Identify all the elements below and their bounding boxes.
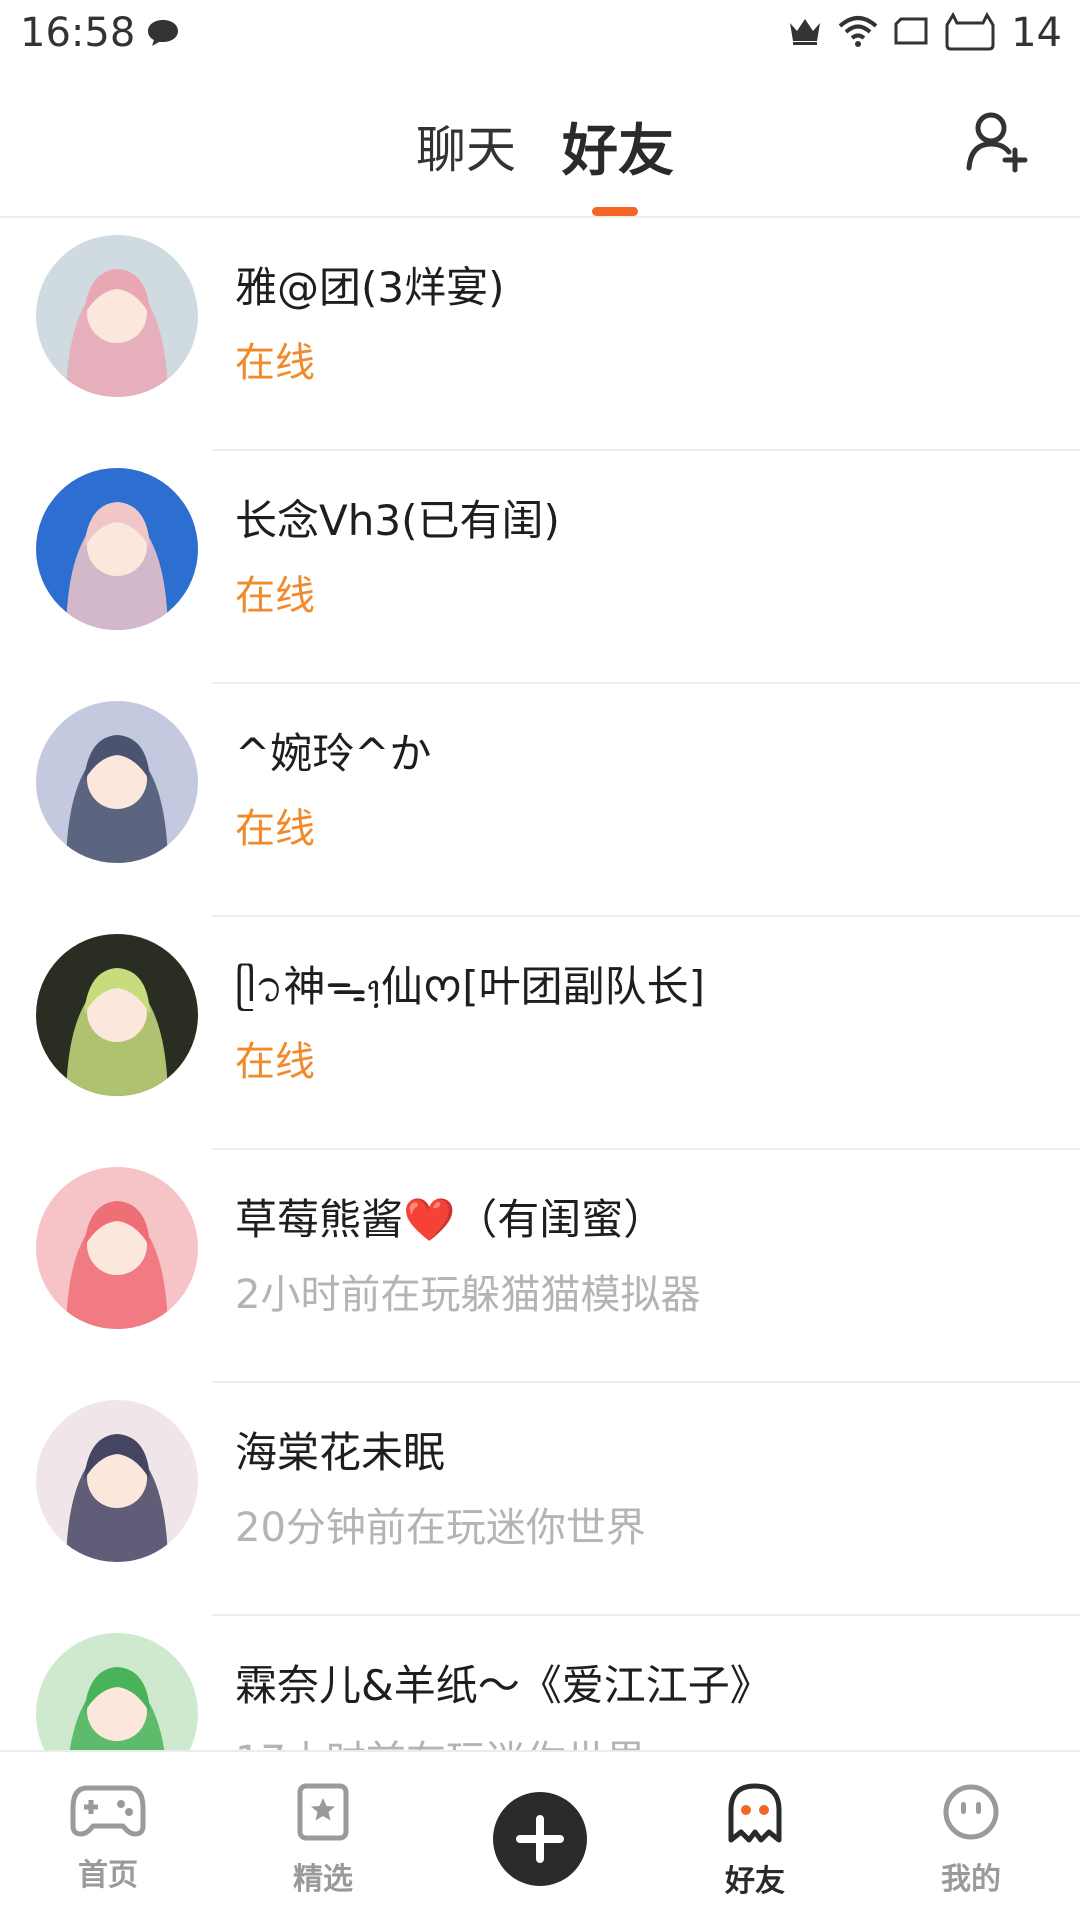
wifi-icon (837, 14, 879, 52)
friend-status: 在线 (235, 340, 315, 386)
crown-icon (787, 15, 823, 51)
ghost-icon (725, 1783, 785, 1848)
friend-status: 在线 (235, 1039, 315, 1085)
friend-avatar[interactable] (36, 235, 198, 397)
bookmark-star-icon (295, 1783, 351, 1846)
nav-home[interactable]: 首页 (33, 1782, 183, 1894)
friend-name: 长念Vh3(已有闺) (235, 496, 560, 545)
nav-featured[interactable]: 精选 (248, 1782, 398, 1898)
friend-name: 海棠花未眠 (235, 1428, 446, 1477)
friend-name: 雅@团(3烊宴) (235, 263, 505, 312)
nav-mine[interactable]: 我的 (896, 1782, 1046, 1898)
friend-status: 在线 (235, 806, 315, 852)
friend-avatar[interactable] (36, 1400, 198, 1562)
friend-row[interactable]: 霖奈儿&羊纸～《爱江江子》 17小时前在玩迷你世界 (0, 1616, 1080, 1750)
friend-name: ᥫ᭡神ᯓ᥄仙ᰔ[叶团副队长] (235, 962, 706, 1011)
battery-cat-icon (943, 11, 997, 55)
add-friend-icon[interactable] (965, 110, 1031, 178)
friend-row[interactable]: ^婉玲^か在线 (0, 684, 1080, 917)
status-bar: 16:58 14 (0, 0, 1080, 66)
sim-card-icon (893, 16, 929, 50)
gamepad-icon (69, 1785, 147, 1842)
header: 聊天 好友 (0, 66, 1080, 218)
friend-avatar[interactable] (36, 1633, 198, 1750)
friend-row[interactable]: ᥫ᭡神ᯓ᥄仙ᰔ[叶团副队长] 在线 (0, 917, 1080, 1150)
status-icons: 14 (787, 8, 1062, 58)
friend-name: 霖奈儿&羊纸～《爱江江子》 (235, 1661, 772, 1710)
nav-mine-label: 我的 (941, 1862, 1001, 1897)
tab-chat[interactable]: 聊天 (416, 110, 516, 182)
friend-name: ^婉玲^か (235, 729, 432, 778)
bottom-nav: 首页 精选 好友 我的 (0, 1750, 1080, 1922)
friend-row[interactable]: 雅@团(3烊宴) 在线 (0, 218, 1080, 451)
create-button[interactable] (493, 1792, 587, 1886)
friend-row[interactable]: 长念Vh3(已有闺) 在线 (0, 451, 1080, 684)
friend-avatar[interactable] (36, 1167, 198, 1329)
nav-home-label: 首页 (78, 1858, 138, 1893)
friend-avatar[interactable] (36, 934, 198, 1096)
friend-status: 2小时前在玩躲猫猫模拟器 (235, 1272, 701, 1318)
nav-friends-label: 好友 (725, 1864, 785, 1899)
plus-icon (516, 1815, 564, 1863)
friend-list: 雅@团(3烊宴) 在线 长念Vh3(已有闺) 在线 ^婉玲^か 在线 ᥫ᭡神ᯓ᥄仙ᰔ[叶团副… (0, 218, 1080, 1750)
friend-status: 17小时前在玩迷你世界 (235, 1728, 646, 1750)
face-icon (941, 1784, 1001, 1846)
friend-row[interactable]: 草莓熊酱❤️（有闺蜜） 2小时前在玩躲猫猫模拟器 (0, 1150, 1080, 1383)
friend-avatar[interactable] (36, 701, 198, 863)
friend-status: 在线 (235, 573, 315, 619)
tab-active-indicator (592, 207, 638, 216)
nav-featured-label: 精选 (293, 1862, 353, 1897)
status-time: 16:58 (20, 10, 136, 56)
friend-row[interactable]: 海棠花未眠 20分钟前在玩迷你世界 (0, 1383, 1080, 1616)
tab-friends[interactable]: 好友 (562, 106, 674, 187)
nav-friends[interactable]: 好友 (680, 1782, 830, 1900)
chat-bubble-icon (146, 18, 180, 52)
friend-name: 草莓熊酱❤️（有闺蜜） (235, 1195, 666, 1244)
friend-avatar[interactable] (36, 468, 198, 630)
friend-status: 20分钟前在玩迷你世界 (235, 1505, 646, 1551)
battery-level: 14 (1011, 10, 1062, 56)
